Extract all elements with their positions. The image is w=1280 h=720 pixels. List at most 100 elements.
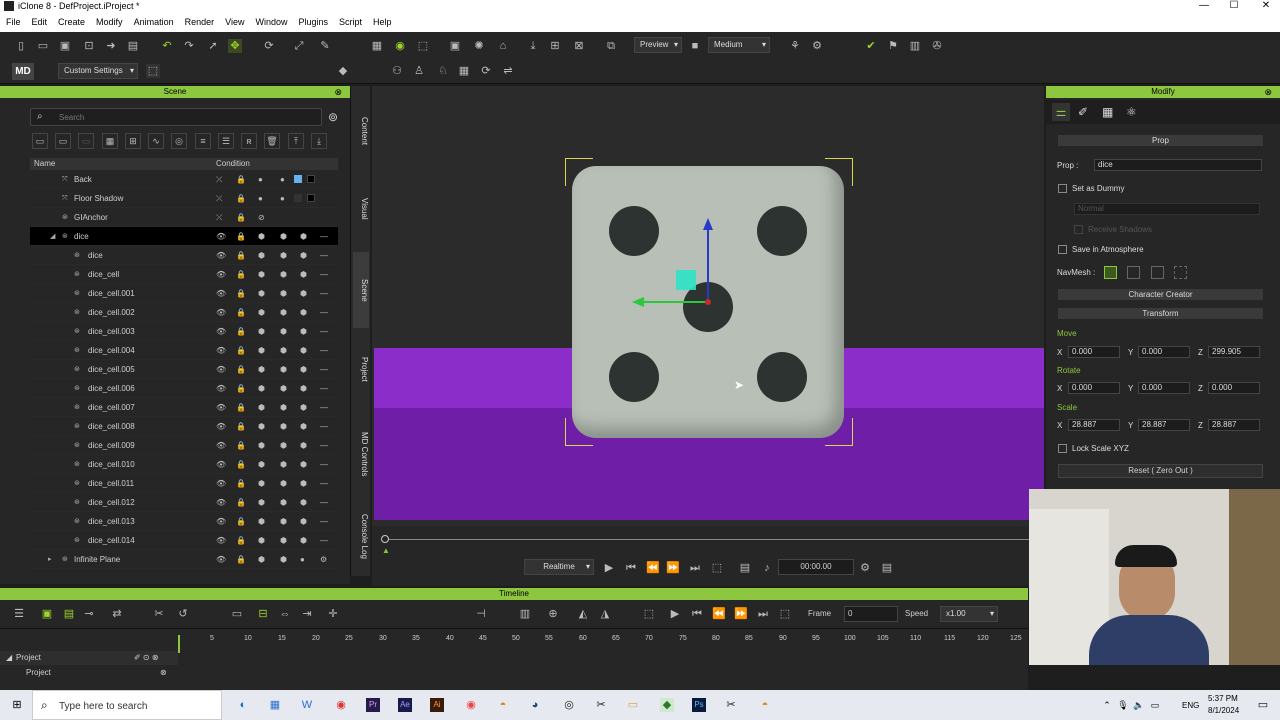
tl-prev-icon[interactable]: ⏪ [712,607,726,621]
blender-icon[interactable]: ◓ [496,698,510,712]
export-clip-icon[interactable]: ⬚ [642,607,656,621]
track-project-header[interactable]: ◢ Project ✐ ⊙ ⊗ [0,651,178,665]
menu-window[interactable]: Window [249,17,292,27]
wrench-icon[interactable]: ✇ [930,39,944,53]
after-effects-icon[interactable]: Ae [398,698,412,712]
navmesh-none-icon[interactable] [1174,266,1187,279]
quality-dropdown[interactable]: Medium [708,37,770,53]
tab-md-controls[interactable]: MD Controls [353,422,369,486]
tray-arrow-icon[interactable]: ⌃ [1100,698,1114,712]
tab-visual[interactable]: Visual [353,184,369,234]
paint-icon[interactable]: ✎ [318,39,332,53]
word-icon[interactable]: W [300,698,314,712]
fit-icon[interactable]: ⇔ [278,607,292,621]
language-indicator[interactable]: ENG [1182,701,1199,710]
tree-row[interactable]: ⊛ dice_cell.001 👁 🔒 ⬢ ⬢ ⬢ — [30,284,338,303]
wave-icon[interactable]: ∿ [148,133,164,149]
physics-icon[interactable]: ⚘ [788,39,802,53]
menu-help[interactable]: Help [367,17,397,27]
keyframe-icon[interactable]: ✛ [326,607,340,621]
frame-input[interactable]: 0 [844,606,898,622]
menu-modify[interactable]: Modify [90,17,128,27]
tree-row[interactable]: ⊛ dice_cell.004 👁 🔒 ⬢ ⬢ ⬢ — [30,341,338,360]
tree-row[interactable]: ⊛ dice_cell.011 👁 🔒 ⬢ ⬢ ⬢ — [30,474,338,493]
tree-row-dice-selected[interactable]: ◢ ⊛ dice 👁 🔒 ⬢ ⬢ ⬢ — [30,227,338,246]
calculator-icon[interactable]: ▦ [268,698,282,712]
3d-viewport[interactable]: ➤ [372,86,1044,526]
tl-next-icon[interactable]: ⏩ [734,607,748,621]
subtitle-icon[interactable]: ▤ [738,561,752,575]
tree-row-infinite-plane[interactable]: ▸ ⊛ Infinite Plane 👁 🔒 ⬢ ⬢ ● ⚙ [30,550,338,569]
tl-loop-icon[interactable]: ⬚ [778,607,792,621]
lock-scale-checkbox[interactable] [1058,444,1067,453]
import-icon[interactable]: ⊡ [82,39,96,53]
download-icon[interactable]: ⤓ [526,39,540,53]
modify-close-icon[interactable]: ⊗ [1264,87,1272,98]
clock-time[interactable]: 5:37 PM [1208,694,1238,703]
grid4-icon[interactable]: ▦ [102,133,118,149]
tree-row[interactable]: ⊛ dice_cell.003 👁 🔒 ⬢ ⬢ ⬢ — [30,322,338,341]
diamond-icon[interactable]: ◆ [336,64,350,78]
section-prop[interactable]: Prop [1058,135,1263,146]
realtime-dropdown[interactable]: Realtime [524,559,594,575]
set-as-dummy-checkbox[interactable] [1058,184,1067,193]
navmesh-obstacle-icon[interactable] [1151,266,1164,279]
taskbar-search[interactable]: ⌕ Type here to search [32,690,222,720]
section-character-creator[interactable]: Character Creator [1058,289,1263,300]
tree-row[interactable]: ⊛ dice_cell.006 👁 🔒 ⬢ ⬢ ⬢ — [30,379,338,398]
clip-icon[interactable]: ▭ [230,607,244,621]
chrome-icon[interactable]: ◉ [334,698,348,712]
navmesh-option-icon[interactable] [1127,266,1140,279]
save-in-atmosphere-checkbox[interactable] [1058,245,1067,254]
file-explorer-icon[interactable]: ▭ [626,698,640,712]
redo-icon[interactable]: ↷ [182,39,196,53]
align-left-icon[interactable]: ◭ [576,607,590,621]
key-icon[interactable]: ⇥ [300,607,314,621]
notifications-icon[interactable]: ▭ [1256,698,1270,712]
wand-icon[interactable]: ✐ [1078,105,1088,119]
toggle-physics-icon[interactable]: ✔ [864,39,878,53]
menu-edit[interactable]: Edit [26,17,53,27]
menu-render[interactable]: Render [179,17,220,27]
receive-shadows-checkbox[interactable] [1074,225,1083,234]
prev-frame-icon[interactable]: ⏪ [646,561,660,575]
filter-icon[interactable]: ⊚ [328,110,338,124]
edge-icon[interactable]: ◐ [236,698,250,712]
sliders-icon[interactable]: ⚌ [1052,103,1070,121]
scene-search-input[interactable]: ⌕ Search [30,108,322,126]
zoom-icon[interactable]: ⊕ [546,607,560,621]
move-gizmo[interactable] [622,212,722,312]
menu-plugins[interactable]: Plugins [293,17,334,27]
tab-scene[interactable]: Scene [353,252,369,328]
mic-icon[interactable]: 🎙 [1116,698,1130,712]
speed-dropdown[interactable]: x1.00 [940,606,998,622]
people-icon[interactable]: ⚇ [390,64,404,78]
node-icon[interactable]: ⊞ [125,133,141,149]
rotate-z-input[interactable]: 0.000 [1208,382,1260,394]
layout-icon[interactable]: ▦ [370,39,384,53]
settings-icon[interactable]: ⚙ [858,561,872,575]
tl-play-icon[interactable]: ▶ [668,607,682,621]
move-y-input[interactable]: 0.000 [1138,346,1190,358]
steam-icon[interactable]: ◕ [528,698,542,712]
cut-icon[interactable]: ✂ [152,607,166,621]
maximize-button[interactable]: ☐ [1224,0,1244,12]
physics2-icon[interactable]: ⚙ [810,39,824,53]
go-start-icon[interactable]: ⏮ [624,561,638,575]
tab-content[interactable]: Content [353,106,369,156]
snap-icon[interactable]: ⊠ [572,39,586,53]
home-icon[interactable]: ⌂ [496,39,510,53]
section-transform[interactable]: Transform [1058,308,1263,319]
layers-icon[interactable]: ⧉ [604,39,618,53]
timeline-ruler[interactable]: 5 10 15 20 25 30 35 40 45 50 55 60 65 70… [0,628,1028,653]
checker-icon[interactable]: ▦ [1102,105,1113,119]
insert-icon[interactable]: ⊣ [474,607,488,621]
scale-z-input[interactable]: 28.887 [1208,419,1260,431]
premiere-icon[interactable]: Pr [366,698,380,712]
rotate-x-input[interactable]: 0.000 [1068,382,1120,394]
preview-dropdown[interactable]: Preview [634,37,682,53]
panel-close-icon[interactable]: ⊗ [334,87,342,98]
list-icon[interactable]: ≡ [195,133,211,149]
tree-row[interactable]: ⊛ dice_cell.005 👁 🔒 ⬢ ⬢ ⬢ — [30,360,338,379]
battery-icon[interactable]: ▭ [1148,698,1162,712]
